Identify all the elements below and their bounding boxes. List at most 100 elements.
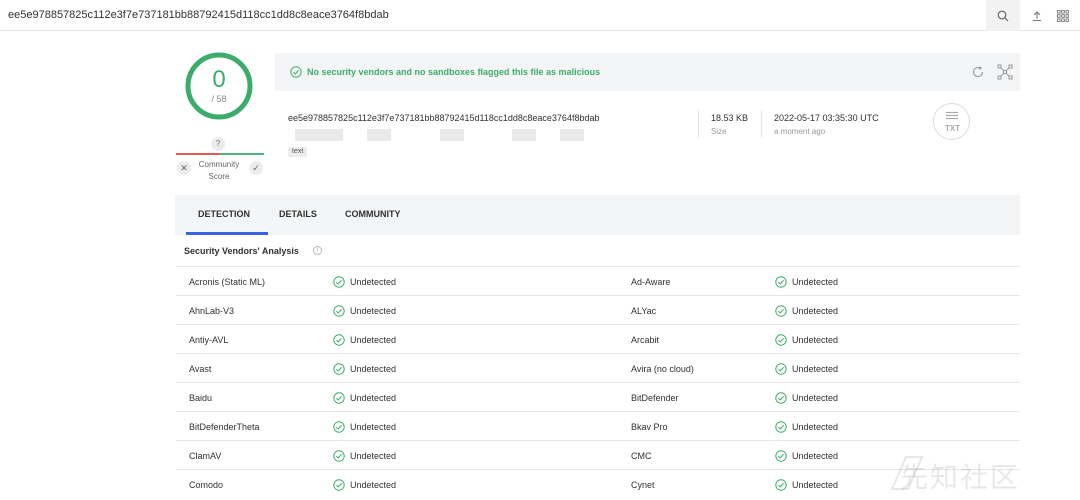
redacted-filename [295, 129, 343, 141]
vendor-result-text: Undetected [792, 277, 839, 287]
vendor-result-text: Undetected [792, 364, 839, 374]
vendor-name[interactable]: Antiy-AVL [189, 335, 228, 345]
vendor-name[interactable]: Cynet [631, 480, 655, 490]
info-icon[interactable]: i [313, 246, 322, 255]
active-tab-indicator [186, 232, 268, 235]
check-circle-icon [775, 421, 787, 433]
check-circle-icon [775, 363, 787, 375]
community-score-label: Community Score [194, 159, 244, 183]
vendor-result: Undetected [333, 363, 396, 375]
vendor-result: Undetected [775, 479, 838, 491]
vendor-name[interactable]: Avast [189, 364, 211, 374]
vendor-name[interactable]: Avira (no cloud) [631, 364, 694, 374]
table-row: BitDefenderTheta Undetected Bkav Pro Undete… [176, 411, 1020, 440]
check-circle-icon [333, 305, 345, 317]
apps-grid-icon [1057, 9, 1069, 22]
vendor-name[interactable]: CMC [631, 451, 652, 461]
score-bar-malicious [176, 153, 220, 155]
check-circle-icon [775, 479, 787, 491]
tab-details[interactable]: DETAILS [279, 209, 317, 219]
file-hash[interactable]: ee5e978857825c112e3f7e737181bb88792415d1… [288, 113, 599, 123]
txt-file-icon: TXT [933, 103, 970, 140]
file-tag[interactable]: text [288, 147, 308, 157]
vendor-name[interactable]: AhnLab-V3 [189, 306, 234, 316]
analysis-date-relative: a moment ago [774, 127, 826, 136]
upload-icon [1033, 10, 1041, 21]
vendor-result-text: Undetected [350, 422, 397, 432]
table-row: Antiy-AVL Undetected Arcabit Undetected [176, 324, 1020, 353]
redacted-filename [440, 129, 464, 141]
vendor-name[interactable]: Bkav Pro [631, 422, 668, 432]
graph-icon[interactable] [997, 64, 1013, 80]
redacted-filename [512, 129, 536, 141]
top-search-bar: ee5e978857825c112e3f7e737181bb88792415d1… [0, 0, 1080, 31]
vendor-result: Undetected [333, 276, 396, 288]
table-row: Baidu Undetected BitDefender Undetected [176, 382, 1020, 411]
vendor-name[interactable]: Baidu [189, 393, 212, 403]
check-circle-icon [775, 334, 787, 346]
vendor-result: Undetected [775, 276, 838, 288]
vendor-result: Undetected [333, 421, 396, 433]
thumbs-up-icon: ✓ [252, 163, 260, 173]
vendor-result: Undetected [775, 334, 838, 346]
vendor-name[interactable]: BitDefenderTheta [189, 422, 260, 432]
vendor-result-text: Undetected [350, 335, 397, 345]
check-circle-icon [333, 276, 345, 288]
verdict-banner: No security vendors and no sandboxes fla… [275, 53, 1020, 91]
vendor-result-text: Undetected [350, 306, 397, 316]
vendor-result-text: Undetected [350, 277, 397, 287]
check-circle-icon [333, 479, 345, 491]
apps-button[interactable] [1046, 0, 1080, 31]
vendor-name[interactable]: Comodo [189, 480, 223, 490]
tab-detection[interactable]: DETECTION [198, 209, 250, 219]
community-score-value: ? [211, 137, 225, 151]
table-row: Avast Undetected Avira (no cloud) Undetecte… [176, 353, 1020, 382]
engine-total: / 58 [211, 94, 227, 104]
search-input[interactable]: ee5e978857825c112e3f7e737181bb88792415d1… [8, 9, 389, 21]
community-label-line1: Community [198, 160, 240, 169]
vendor-result-text: Undetected [792, 393, 839, 403]
vendor-result: Undetected [775, 363, 838, 375]
vendor-name[interactable]: BitDefender [631, 393, 679, 403]
file-lines-glyph [946, 111, 958, 120]
watermark-text: 先知社区 [900, 461, 1021, 494]
tab-community[interactable]: COMMUNITY [345, 209, 401, 219]
vendor-result: Undetected [775, 450, 838, 462]
vendor-name[interactable]: ClamAV [189, 451, 221, 461]
refresh-icon[interactable] [971, 65, 985, 79]
check-circle-icon [333, 334, 345, 346]
vendor-name[interactable]: Arcabit [631, 335, 659, 345]
detection-score-ring: 0 / 58 [184, 51, 254, 121]
search-icon [997, 10, 1009, 21]
file-info-card: ee5e978857825c112e3f7e737181bb88792415d1… [275, 91, 1020, 173]
vendor-result-text: Undetected [792, 480, 839, 490]
check-circle-icon [290, 66, 302, 78]
vendor-result-text: Undetected [792, 306, 839, 316]
verdict-message: No security vendors and no sandboxes fla… [307, 67, 601, 77]
vendor-result: Undetected [333, 479, 396, 491]
vote-harmless-button[interactable]: ✓ [249, 161, 263, 175]
vote-malicious-button[interactable]: ✕ [177, 161, 191, 175]
check-circle-icon [333, 421, 345, 433]
divider [698, 110, 699, 138]
vendor-name[interactable]: ALYac [631, 306, 656, 316]
check-circle-icon [333, 363, 345, 375]
check-circle-icon [775, 276, 787, 288]
check-circle-icon [775, 450, 787, 462]
check-circle-icon [333, 392, 345, 404]
check-circle-icon [333, 450, 345, 462]
vendor-name[interactable]: Ad-Aware [631, 277, 670, 287]
score-bar-harmless [220, 153, 264, 155]
file-size-value: 18.53 KB [711, 113, 749, 123]
vendor-result: Undetected [775, 421, 838, 433]
vendor-result-text: Undetected [350, 480, 397, 490]
vendor-name[interactable]: Acronis (Static ML) [189, 277, 265, 287]
section-heading: Security Vendors' Analysis [184, 246, 299, 256]
vendor-result: Undetected [333, 450, 396, 462]
vendor-result-text: Undetected [792, 451, 839, 461]
table-row: Acronis (Static ML) Undetected Ad-Aware Und… [176, 266, 1020, 295]
vendor-result-text: Undetected [792, 422, 839, 432]
vendor-result-text: Undetected [350, 364, 397, 374]
search-button[interactable] [986, 0, 1020, 31]
redacted-filename [560, 129, 584, 141]
